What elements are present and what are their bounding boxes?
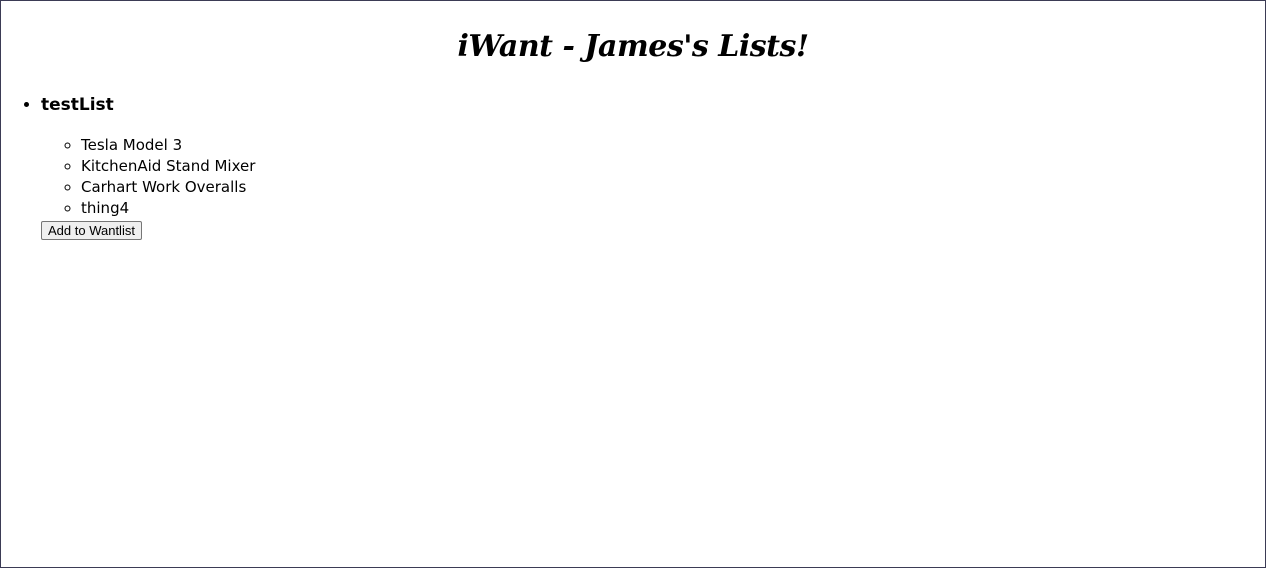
list-item: Tesla Model 3 [81,135,255,156]
wantlists: testList Tesla Model 3 KitchenAid Stand … [1,93,255,240]
page-title: iWant - James's Lists! [457,29,809,64]
add-to-wantlist-button[interactable]: Add to Wantlist [41,221,142,240]
list-item: Carhart Work Overalls [81,177,255,198]
wantlist-name: testList [41,95,114,115]
list-item: thing4 [81,198,255,219]
wantlist-items: Tesla Model 3 KitchenAid Stand Mixer Car… [41,135,255,219]
list-item: KitchenAid Stand Mixer [81,156,255,177]
wantlist: testList Tesla Model 3 KitchenAid Stand … [41,93,255,240]
